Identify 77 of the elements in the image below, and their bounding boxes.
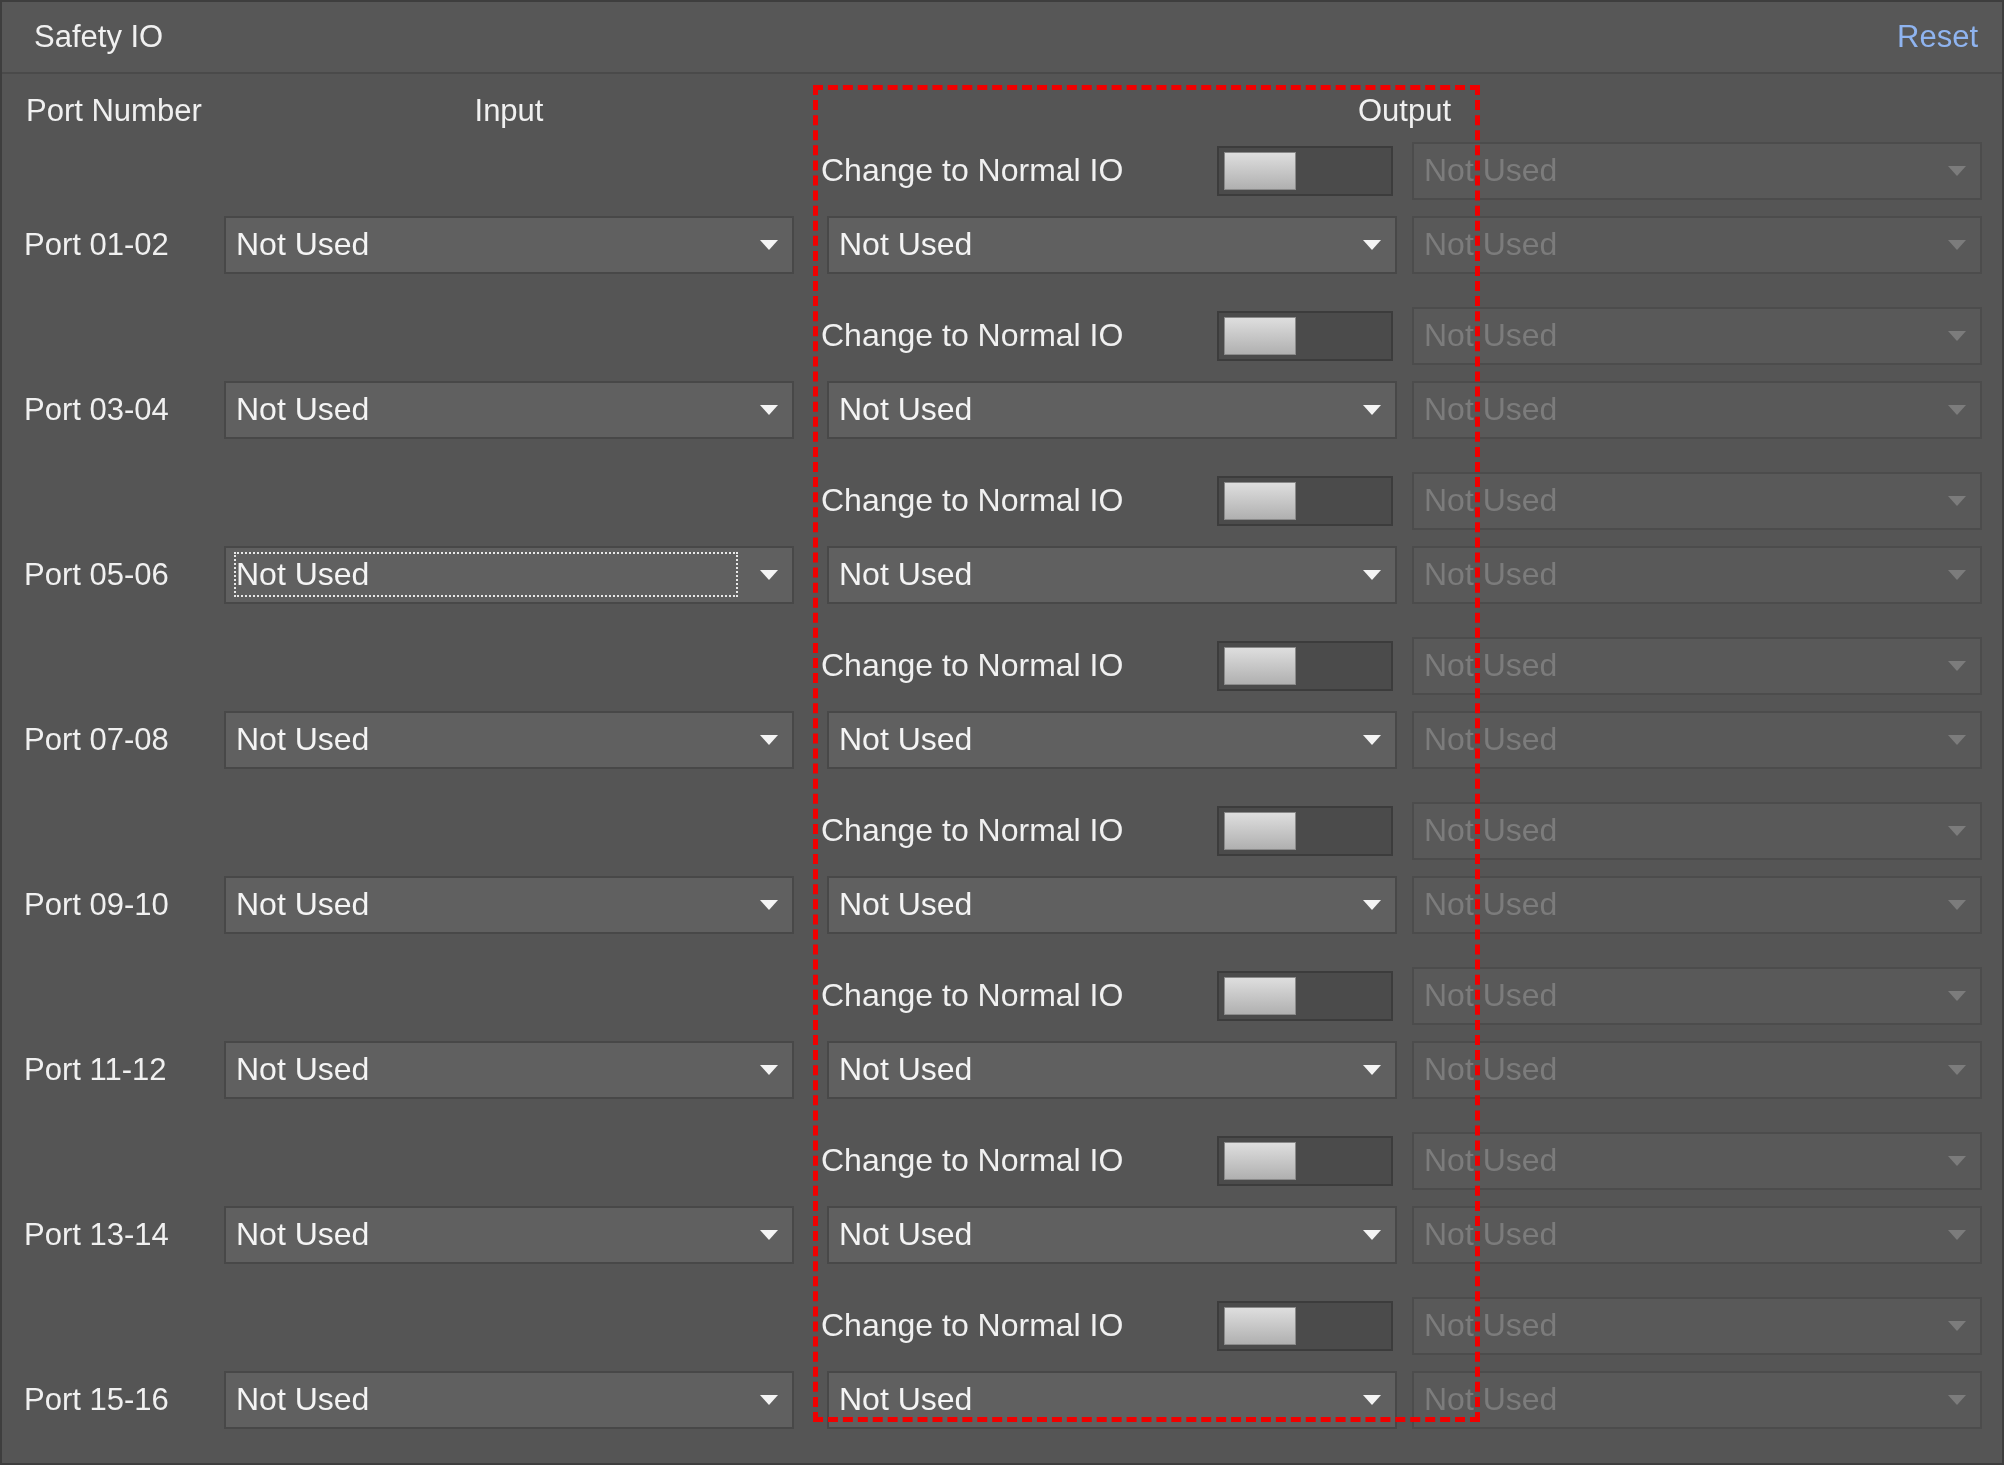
- caret-icon: [1363, 239, 1381, 250]
- port-label: Port 13-14: [24, 1216, 169, 1253]
- caret-icon: [1363, 404, 1381, 415]
- toggle-switch[interactable]: [1217, 970, 1393, 1021]
- toggle-switch[interactable]: [1217, 1135, 1393, 1186]
- port-label: Port 15-16: [24, 1381, 169, 1418]
- column-header: Output: [1356, 92, 1453, 130]
- caret-icon: [760, 1064, 778, 1075]
- toggle-switch[interactable]: [1217, 640, 1393, 691]
- toggle-switch[interactable]: [1217, 310, 1393, 361]
- column-header: Input: [473, 92, 545, 130]
- caret-icon: [1363, 899, 1381, 910]
- caret-icon: [1948, 899, 1966, 910]
- caret-icon: [1948, 495, 1966, 506]
- dropdown[interactable]: Not Used: [224, 380, 794, 439]
- caret-icon: [760, 734, 778, 745]
- port-label: Port 09-10: [24, 886, 169, 923]
- dropdown[interactable]: Not Used: [224, 1040, 794, 1099]
- caret-icon: [1363, 1229, 1381, 1240]
- caret-icon: [1948, 660, 1966, 671]
- caret-icon: [1363, 1064, 1381, 1075]
- caret-icon: [1948, 1155, 1966, 1166]
- toggle-label: Change to Normal IO: [821, 1307, 1124, 1344]
- toggle-label: Change to Normal IO: [821, 647, 1124, 684]
- port-label: Port 03-04: [24, 391, 169, 428]
- toggle-label: Change to Normal IO: [821, 482, 1124, 519]
- dropdown[interactable]: Not Used: [827, 1040, 1397, 1099]
- dropdown[interactable]: Not Used: [827, 875, 1397, 934]
- port-label: Port 11-12: [24, 1051, 167, 1088]
- caret-icon: [1948, 990, 1966, 1001]
- panel-title: Safety IO: [34, 19, 164, 55]
- toggle-switch[interactable]: [1217, 1300, 1393, 1351]
- caret-icon: [760, 899, 778, 910]
- port-label: Port 01-02: [24, 226, 169, 263]
- caret-icon: [760, 404, 778, 415]
- caret-icon: [1948, 404, 1966, 415]
- caret-icon: [760, 1229, 778, 1240]
- caret-icon: [1948, 1394, 1966, 1405]
- dropdown[interactable]: Not Used: [224, 215, 794, 274]
- caret-icon: [760, 569, 778, 580]
- port-label: Port 05-06: [24, 556, 169, 593]
- caret-icon: [1363, 569, 1381, 580]
- toggle-switch[interactable]: [1217, 805, 1393, 856]
- dropdown[interactable]: Not Used: [827, 215, 1397, 274]
- caret-icon: [1948, 734, 1966, 745]
- caret-icon: [1948, 569, 1966, 580]
- dropdown[interactable]: Not Used: [827, 545, 1397, 604]
- caret-icon: [760, 1394, 778, 1405]
- caret-icon: [1363, 1394, 1381, 1405]
- caret-icon: [1948, 1064, 1966, 1075]
- dropdown[interactable]: Not Used: [827, 1205, 1397, 1264]
- dropdown[interactable]: Not Used: [224, 710, 794, 769]
- caret-icon: [1948, 165, 1966, 176]
- dropdown[interactable]: Not Used: [224, 1370, 794, 1429]
- toggle-label: Change to Normal IO: [821, 1142, 1124, 1179]
- caret-icon: [1948, 825, 1966, 836]
- caret-icon: [760, 239, 778, 250]
- toggle-label: Change to Normal IO: [821, 977, 1124, 1014]
- toggle-switch[interactable]: [1217, 475, 1393, 526]
- caret-icon: [1948, 239, 1966, 250]
- toggle-label: Change to Normal IO: [821, 317, 1124, 354]
- toggle-label: Change to Normal IO: [821, 812, 1124, 849]
- column-header: Port Number: [26, 92, 203, 130]
- port-label: Port 07-08: [24, 721, 169, 758]
- dropdown[interactable]: Not Used: [224, 1205, 794, 1264]
- toggle-label: Change to Normal IO: [821, 152, 1124, 189]
- dropdown[interactable]: Not Used: [224, 545, 794, 604]
- dropdown[interactable]: Not Used: [224, 875, 794, 934]
- caret-icon: [1948, 330, 1966, 341]
- caret-icon: [1363, 734, 1381, 745]
- caret-icon: [1948, 1229, 1966, 1240]
- dropdown[interactable]: Not Used: [827, 380, 1397, 439]
- dropdown[interactable]: Not Used: [827, 710, 1397, 769]
- caret-icon: [1948, 1320, 1966, 1331]
- dropdown[interactable]: Not Used: [827, 1370, 1397, 1429]
- toggle-switch[interactable]: [1217, 145, 1393, 196]
- reset-link[interactable]: Reset: [1897, 19, 1978, 55]
